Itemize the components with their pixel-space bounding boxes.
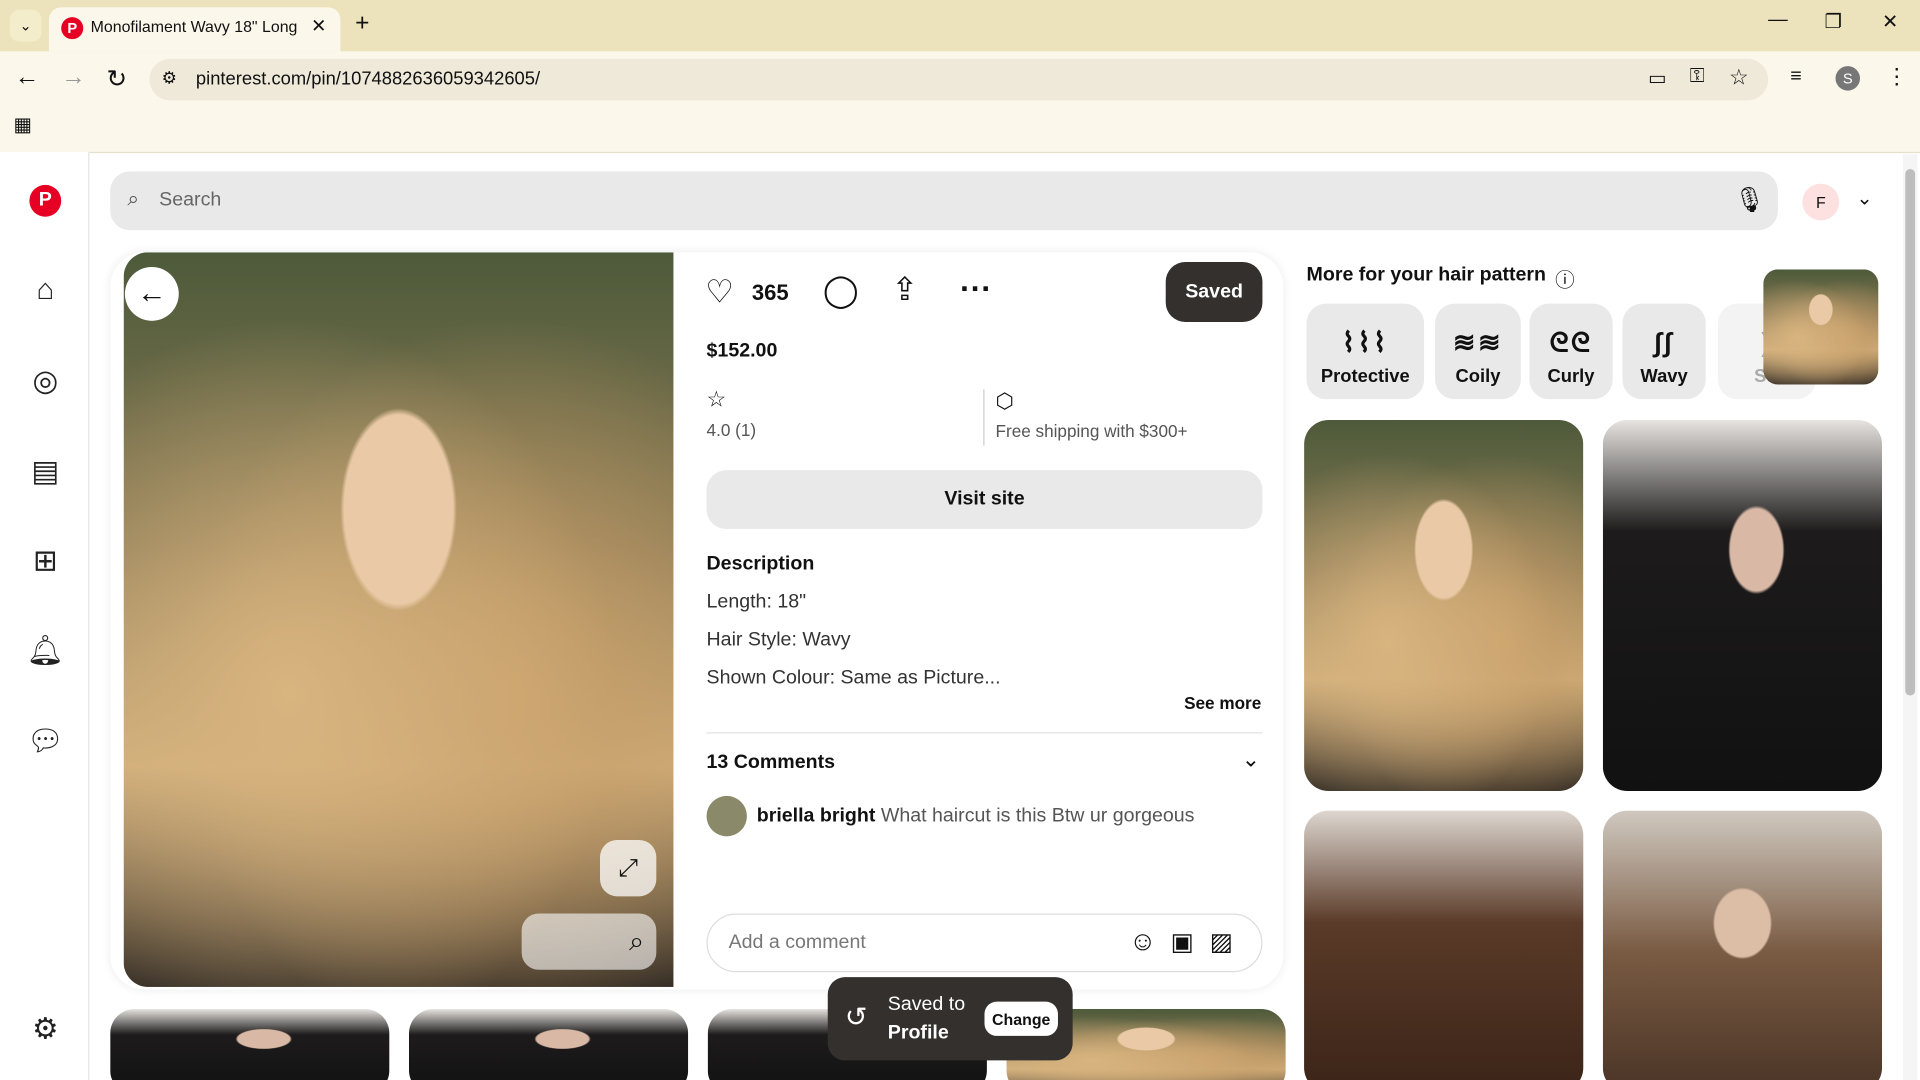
profile-avatar[interactable]: S <box>1836 66 1860 90</box>
pin-thumbnail[interactable] <box>409 1009 688 1080</box>
comment-input[interactable]: Add a comment ☺ ▣ ▨ <box>707 913 1263 972</box>
more-options-icon[interactable]: ··· <box>960 269 992 307</box>
browser-tab[interactable]: P Monofilament Wavy 18" Long B ✕ <box>49 7 340 51</box>
price: $152.00 <box>707 340 778 362</box>
search-icon: ⌕ <box>127 187 139 211</box>
comments-chevron-down-icon[interactable]: ⌄ <box>1242 747 1260 773</box>
notifications-icon[interactable]: 🔔︎ <box>24 629 66 671</box>
new-tab-icon[interactable]: + <box>355 10 369 38</box>
close-window-icon[interactable]: ✕ <box>1882 10 1898 34</box>
curly-icon: ᘓᘓ <box>1550 327 1593 359</box>
comment-placeholder: Add a comment <box>729 932 866 954</box>
history-icon: ↺ <box>845 1002 868 1034</box>
maximize-icon[interactable]: ❐ <box>1824 10 1842 34</box>
chip-label: Coily <box>1455 366 1500 387</box>
related-title: More for your hair pattern <box>1307 264 1546 286</box>
divider <box>983 389 984 445</box>
minimize-icon[interactable]: — <box>1768 10 1788 32</box>
braid-icon: ⌇⌇⌇ <box>1342 327 1389 359</box>
chip-wavy[interactable]: ∫∫ Wavy <box>1622 304 1705 400</box>
image-upload-icon[interactable]: ▨ <box>1210 927 1233 958</box>
rating[interactable]: 4.0 (1) <box>707 420 757 440</box>
heart-icon[interactable]: ♡ <box>705 273 734 311</box>
description-line: Hair Style: Wavy <box>707 629 851 651</box>
sticker-icon[interactable]: ▣ <box>1171 927 1194 958</box>
messages-icon[interactable]: 💬︎ <box>24 720 66 762</box>
account-chevron-down-icon[interactable]: ⌄ <box>1856 186 1872 210</box>
divider <box>707 732 1263 733</box>
like-count: 365 <box>752 280 789 306</box>
address-bar[interactable]: ⚙ pinterest.com/pin/1074882636059342605/… <box>149 59 1768 101</box>
url-text: pinterest.com/pin/1074882636059342605/ <box>196 69 540 90</box>
scrollbar[interactable] <box>1903 154 1918 1080</box>
bookmark-star-icon[interactable]: ☆ <box>1729 65 1749 91</box>
toast-text: Saved to <box>888 994 965 1016</box>
hair-pattern-preview <box>1763 269 1878 384</box>
apps-grid-icon[interactable]: ▦ <box>13 113 32 137</box>
reload-icon[interactable]: ↻ <box>107 64 128 95</box>
pinterest-logo-icon[interactable]: P <box>29 185 61 217</box>
site-info-icon[interactable]: ⚙ <box>162 67 177 88</box>
visit-site-button[interactable]: Visit site <box>707 470 1263 529</box>
chip-label: Wavy <box>1640 366 1687 387</box>
change-board-button[interactable]: Change <box>984 1002 1057 1036</box>
share-icon[interactable]: ⇪ <box>891 271 918 309</box>
comment-text: What haircut is this Btw ur gorgeous <box>881 806 1195 827</box>
password-key-icon[interactable]: ⚿ <box>1690 66 1705 88</box>
saved-toast: ↺ Saved to Profile Change <box>828 977 1073 1060</box>
media-control-icon[interactable]: ≡ <box>1790 66 1801 88</box>
create-icon[interactable]: ⊞ <box>24 540 66 582</box>
emoji-icon[interactable]: ☺ <box>1129 926 1157 958</box>
chip-coily[interactable]: ≋≋ Coily <box>1435 304 1521 400</box>
description-title: Description <box>707 553 815 575</box>
package-icon: ⬡ <box>996 389 1014 413</box>
search-bar[interactable]: ⌕ Search 🎙︎ <box>110 171 1778 230</box>
expand-icon[interactable]: ⤢ <box>600 840 656 896</box>
chip-label: Protective <box>1321 366 1410 387</box>
forward-icon[interactable]: → <box>61 64 85 92</box>
back-arrow-button[interactable]: ← <box>125 267 179 321</box>
menu-icon[interactable]: ⋮ <box>1886 64 1908 90</box>
comment-icon[interactable]: ◯ <box>823 272 859 310</box>
pinterest-favicon-icon: P <box>61 17 83 39</box>
toast-board-link[interactable]: Profile <box>888 1022 949 1044</box>
related-pin[interactable] <box>1603 811 1882 1080</box>
explore-icon[interactable]: ◎ <box>24 360 66 402</box>
visual-search-icon[interactable]: ⌕ <box>522 913 657 969</box>
comments-title: 13 Comments <box>707 752 835 774</box>
star-icon: ☆ <box>707 387 727 413</box>
user-avatar[interactable]: F <box>1802 184 1839 221</box>
pin-thumbnail[interactable] <box>110 1009 389 1080</box>
search-input[interactable]: Search <box>159 190 221 212</box>
saved-button[interactable]: Saved <box>1166 262 1263 322</box>
scrollbar-thumb[interactable] <box>1905 169 1915 696</box>
back-icon[interactable]: ← <box>15 64 39 92</box>
see-more-link[interactable]: See more <box>1184 693 1261 713</box>
description-line: Length: 18" <box>707 591 807 613</box>
pin-card: ← ⤢ ⌕ ♡ 365 ◯ ⇪ ··· Saved $152.00 ☆ 4.0 … <box>110 252 1283 989</box>
shipping-info: Free shipping with $300+ <box>996 421 1188 441</box>
chip-curly[interactable]: ᘓᘓ Curly <box>1529 304 1612 400</box>
install-icon[interactable]: ▭ <box>1648 66 1667 90</box>
info-icon[interactable]: ⓘ <box>1555 263 1575 292</box>
pin-image[interactable] <box>124 252 674 987</box>
boards-icon[interactable]: ▤ <box>24 451 66 493</box>
description-line: Shown Colour: Same as Picture... <box>707 667 1001 689</box>
microphone-icon[interactable]: 🎙︎ <box>1734 185 1765 216</box>
tab-title: Monofilament Wavy 18" Long B <box>91 17 299 35</box>
comment-author[interactable]: briella bright <box>757 806 876 827</box>
related-pin[interactable] <box>1304 420 1583 791</box>
chip-protective[interactable]: ⌇⌇⌇ Protective <box>1307 304 1425 400</box>
close-tab-icon[interactable]: ✕ <box>311 15 326 37</box>
wavy-icon: ∫∫ <box>1654 327 1674 359</box>
chip-label: Curly <box>1548 366 1595 387</box>
coily-icon: ≋≋ <box>1453 327 1503 359</box>
settings-icon[interactable]: ⚙ <box>24 1008 66 1050</box>
home-icon[interactable]: ⌂ <box>24 269 66 311</box>
tab-search-button[interactable]: ⌄ <box>10 10 42 42</box>
commenter-avatar[interactable] <box>707 796 747 836</box>
related-pin[interactable] <box>1603 420 1882 791</box>
related-pin[interactable] <box>1304 811 1583 1080</box>
